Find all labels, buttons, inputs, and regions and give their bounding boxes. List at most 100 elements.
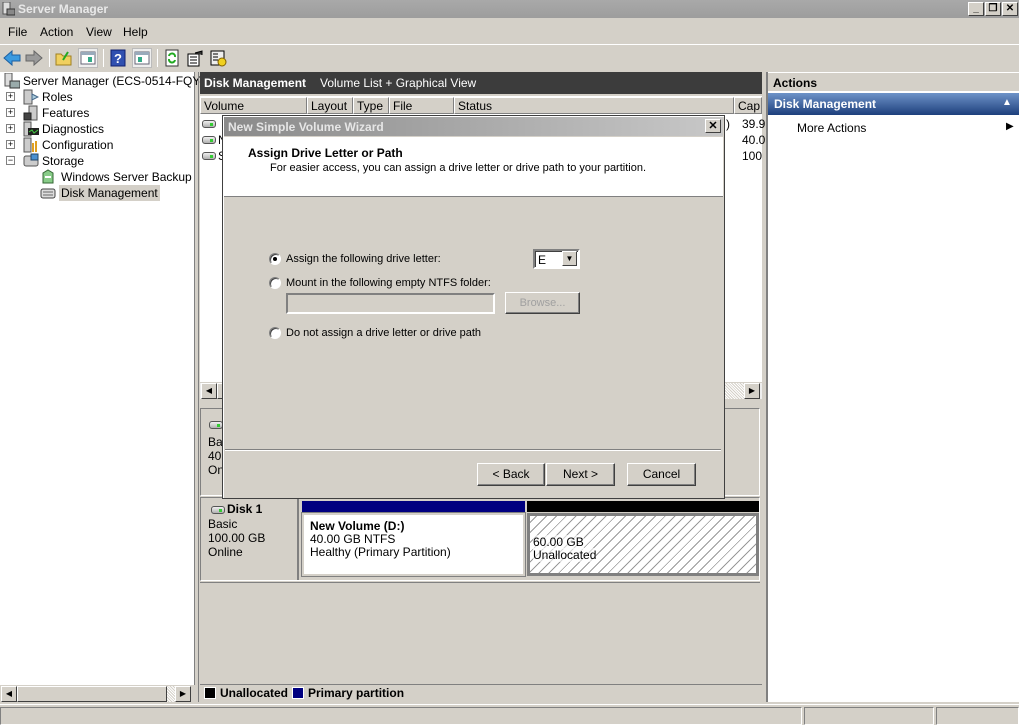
radio-button[interactable] [269, 327, 281, 339]
title-bar: Server Manager _ ❐ ✕ [0, 0, 1019, 18]
radio-mount-ntfs-folder[interactable]: Mount in the following empty NTFS folder… [269, 276, 529, 292]
tree-item-label: Features [42, 106, 90, 120]
expand-toggle[interactable]: + [6, 92, 15, 101]
cancel-button[interactable]: Cancel [627, 463, 696, 486]
expand-toggle[interactable]: + [6, 140, 15, 149]
dialog-title: New Simple Volume Wizard [228, 120, 384, 134]
configuration-icon [23, 137, 39, 153]
divider [200, 582, 760, 583]
expand-toggle[interactable]: + [6, 124, 15, 133]
scroll-thumb[interactable] [17, 686, 167, 702]
toolbar-separator [157, 49, 158, 67]
partition-unallocated[interactable]: 60.00 GB Unallocated [527, 501, 759, 576]
show-hide-action-pane-icon[interactable] [132, 48, 152, 68]
toolbar: ? [0, 44, 1019, 70]
ntfs-folder-path-input[interactable] [286, 293, 495, 314]
column-capacity[interactable]: Cap [734, 97, 762, 114]
action-more-actions[interactable]: More Actions ▶ [768, 119, 1019, 137]
dialog-subheading: For easier access, you can assign a driv… [270, 162, 647, 174]
browse-button[interactable]: Browse... [505, 292, 580, 314]
disk-management-header: Disk Management Volume List + Graphical … [200, 72, 762, 94]
collapse-up-icon[interactable]: ▲ [1002, 97, 1012, 108]
backup-icon [40, 169, 56, 185]
actions-header-label: Actions [773, 76, 818, 90]
partition-body: 60.00 GB Unallocated [527, 513, 759, 576]
legend-label-primary: Primary partition [308, 686, 405, 700]
legend: Unallocated Primary partition [200, 684, 762, 702]
scroll-left-icon[interactable]: ◀ [201, 383, 217, 399]
menu-action[interactable]: Action [40, 25, 73, 39]
tree-item-disk-management[interactable]: Disk Management [40, 185, 190, 201]
column-file-system[interactable]: File System [389, 97, 454, 127]
console-tree: Server Manager (ECS-0514-FQY-00 + Roles … [0, 72, 217, 685]
properties-icon[interactable] [208, 48, 228, 68]
volume-icon [202, 136, 216, 144]
radio-button[interactable] [269, 277, 281, 289]
next-button[interactable]: Next > [546, 463, 615, 486]
disk-size: 100.00 GB [208, 531, 266, 545]
column-type[interactable]: Type [353, 97, 389, 114]
restore-button[interactable]: ❐ [985, 2, 1001, 16]
tree-item-roles[interactable]: + Roles [6, 89, 186, 105]
volume-icon [202, 152, 216, 160]
show-hide-console-tree-icon[interactable] [78, 48, 98, 68]
column-status[interactable]: Status [454, 97, 734, 114]
scroll-right-icon[interactable]: ▶ [175, 686, 191, 702]
tree-item-label: Diagnostics [42, 122, 105, 136]
actions-section-disk-management[interactable]: Disk Management ▲ [768, 93, 1019, 115]
column-volume[interactable]: Volume [200, 97, 307, 114]
close-button[interactable]: ✕ [1002, 2, 1018, 16]
tree-horizontal-scrollbar[interactable]: ◀ ▶ [0, 685, 193, 702]
roles-icon [23, 89, 40, 105]
back-button[interactable]: < Back [477, 463, 545, 486]
disk-1-info: Basic 100.00 GB Online [208, 517, 265, 559]
scroll-left-icon[interactable]: ◀ [1, 686, 17, 702]
column-layout[interactable]: Layout [307, 97, 353, 114]
radio-assign-drive-letter[interactable]: Assign the following drive letter: [269, 252, 469, 268]
tree-item-label: Windows Server Backup [61, 170, 192, 184]
toolbar-separator [49, 49, 50, 67]
expand-toggle[interactable]: + [6, 108, 15, 117]
disk-1-row[interactable]: Disk 1 Basic 100.00 GB Online New Volume… [200, 497, 760, 581]
volume-capacity: 39.9 [742, 117, 766, 131]
tree-item-configuration[interactable]: + Configuration [6, 137, 186, 153]
export-list-icon[interactable] [185, 48, 205, 68]
scroll-right-icon[interactable]: ▶ [744, 383, 760, 399]
radio-no-drive-letter[interactable]: Do not assign a drive letter or drive pa… [269, 326, 529, 342]
disk-type: Basic [208, 517, 238, 531]
tree-item-windows-server-backup[interactable]: Windows Server Backup [40, 169, 192, 185]
partition-new-volume-d[interactable]: New Volume (D:) 40.00 GB NTFS Healthy (P… [301, 501, 526, 577]
disk-management-icon [40, 185, 56, 201]
radio-button[interactable] [269, 253, 281, 265]
tree-item-diagnostics[interactable]: + Diagnostics [6, 121, 186, 137]
drive-letter-dropdown[interactable]: E ▼ [533, 249, 580, 269]
radio-label: Mount in the following empty NTFS folder… [286, 277, 491, 289]
server-icon [4, 72, 21, 89]
server-manager-icon [2, 1, 16, 16]
scroll-track[interactable] [167, 686, 175, 702]
back-arrow-icon[interactable] [2, 48, 22, 68]
menu-view[interactable]: View [86, 25, 112, 39]
tree-root-label: Server Manager (ECS-0514-FQY-00 [23, 74, 217, 88]
dialog-close-button[interactable]: ✕ [705, 119, 721, 133]
status-pane [0, 707, 802, 725]
actions-section-label: Disk Management [774, 97, 877, 111]
minimize-button[interactable]: _ [968, 2, 984, 16]
up-folder-icon[interactable] [54, 48, 74, 68]
menu-file[interactable]: File [8, 25, 27, 39]
disk-1-label[interactable]: Disk 1 Basic 100.00 GB Online [201, 498, 299, 580]
help-icon[interactable]: ? [108, 48, 128, 68]
tree-item-features[interactable]: + Features [6, 105, 186, 121]
collapse-toggle[interactable]: − [6, 156, 15, 165]
refresh-icon[interactable] [162, 48, 182, 68]
partition-body: New Volume (D:) 40.00 GB NTFS Healthy (P… [301, 512, 526, 577]
tree-item-storage[interactable]: − Storage [6, 153, 186, 169]
status-pane [936, 707, 1019, 725]
new-simple-volume-wizard-dialog: New Simple Volume Wizard ✕ Assign Drive … [222, 115, 725, 499]
dropdown-arrow-icon[interactable]: ▼ [562, 251, 577, 266]
menu-help[interactable]: Help [123, 25, 148, 39]
forward-arrow-icon[interactable] [24, 48, 44, 68]
toolbar-separator [103, 49, 104, 67]
partition-status: Healthy (Primary Partition) [310, 545, 451, 559]
legend-swatch-primary [292, 687, 304, 699]
